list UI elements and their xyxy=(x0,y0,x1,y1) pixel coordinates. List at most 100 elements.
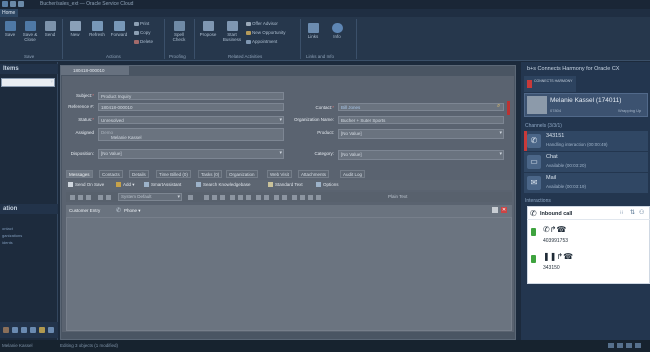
appointment-button[interactable]: Appointment xyxy=(246,39,277,44)
align-left-icon[interactable] xyxy=(230,195,235,200)
hangup-icon[interactable]: ☎ xyxy=(563,252,573,261)
nav-link-organizations[interactable]: ganizations xyxy=(2,233,22,238)
category-select[interactable]: [No Value] xyxy=(338,150,504,160)
nav-icon-1[interactable] xyxy=(3,327,9,333)
hangup-icon[interactable]: ☎ xyxy=(556,225,566,234)
product-select[interactable]: [No Value] xyxy=(338,129,504,139)
tab-time-billed[interactable]: Time Billed (0) xyxy=(156,170,191,178)
status-icon-1[interactable] xyxy=(608,343,614,348)
offer-advisor-button[interactable]: Offer Advisor xyxy=(246,21,278,26)
paste-icon[interactable] xyxy=(86,195,91,200)
organization-field[interactable]: Bucher + Suter Sports xyxy=(338,116,504,124)
align-right-icon[interactable] xyxy=(246,195,251,200)
tab-tasks[interactable]: Tasks (0) xyxy=(198,170,223,178)
tab-messages[interactable]: Messages xyxy=(66,170,93,178)
align-center-icon[interactable] xyxy=(238,195,243,200)
font-size-icon[interactable] xyxy=(188,195,193,200)
propose-button[interactable]: Propose xyxy=(196,21,220,37)
status-icon-3[interactable] xyxy=(626,343,632,348)
nav-icon-5[interactable] xyxy=(39,327,45,333)
options-button[interactable]: Options xyxy=(316,182,339,188)
channel-row-phone[interactable] xyxy=(524,131,648,151)
tab-attachments[interactable]: Attachments xyxy=(298,170,330,178)
search-knowledgebase-button[interactable]: Search Knowledgebase xyxy=(196,182,251,188)
font-select[interactable]: System Default xyxy=(118,193,182,201)
tab-home[interactable]: Home xyxy=(0,9,18,17)
info-button[interactable]: Info xyxy=(328,23,346,39)
forward-button[interactable]: Forward xyxy=(108,21,130,37)
smart-assistant-icon xyxy=(144,182,149,188)
nav-icon-2[interactable] xyxy=(12,327,18,333)
smart-assistant-button[interactable]: SmartAssistant xyxy=(144,182,181,188)
copy-button[interactable]: Copy xyxy=(134,30,151,35)
edit-icon[interactable] xyxy=(492,207,498,213)
quick-undo-icon[interactable] xyxy=(18,1,24,7)
undo-icon[interactable] xyxy=(98,195,103,200)
start-business-button[interactable]: Start Business xyxy=(220,21,244,42)
new-button[interactable]: New xyxy=(66,21,84,37)
save-button[interactable]: Save xyxy=(2,21,18,37)
bold-icon[interactable] xyxy=(204,195,209,200)
add-button[interactable]: Add ▾ xyxy=(116,182,135,188)
links-button[interactable]: Links xyxy=(304,23,322,39)
status-select[interactable]: Unresolved xyxy=(98,116,284,124)
tab-organization[interactable]: Organization xyxy=(226,170,258,178)
incident-tab[interactable]: 180418-000010 xyxy=(61,66,129,75)
send-on-save-checkbox[interactable]: Send On Save xyxy=(68,182,104,188)
tab-audit-log[interactable]: Audit Log xyxy=(340,170,366,178)
nav-link-contact[interactable]: ontact xyxy=(2,226,13,231)
new-opportunity-button[interactable]: New Opportunity xyxy=(246,30,286,35)
spell-check-button[interactable]: Spell Check xyxy=(168,21,190,42)
disposition-select[interactable]: [No Value] xyxy=(98,149,284,159)
nav-icon-6[interactable] xyxy=(48,327,54,333)
items-select[interactable] xyxy=(1,78,55,87)
nav-icon-4[interactable] xyxy=(30,327,36,333)
link-icon[interactable] xyxy=(292,195,297,200)
nav-link-incidents[interactable]: idents xyxy=(2,240,13,245)
quick-save-icon[interactable] xyxy=(10,1,16,7)
channel-row-chat[interactable] xyxy=(524,152,648,172)
channel-row-mail[interactable] xyxy=(524,173,648,193)
channel-select[interactable]: Phone ▾ xyxy=(124,208,141,214)
status-icon-2[interactable] xyxy=(617,343,623,348)
transfer-icon[interactable]: ⇅ xyxy=(630,209,635,216)
conference-icon[interactable]: ⚇ xyxy=(639,209,644,216)
message-editor[interactable] xyxy=(66,217,512,331)
search-icon[interactable]: ⌕ xyxy=(497,103,500,110)
send-button[interactable]: Send xyxy=(42,21,58,37)
refresh-button[interactable]: Refresh xyxy=(86,21,108,37)
print-button[interactable]: Print xyxy=(134,21,149,26)
subject-input[interactable]: Product Inquiry xyxy=(98,92,284,100)
answer-icon[interactable]: ✆ xyxy=(543,225,550,234)
plain-text-toggle[interactable]: Plain Text xyxy=(388,194,407,199)
redo-icon[interactable] xyxy=(106,195,111,200)
tab-web-visit[interactable]: Web Visit xyxy=(267,170,292,178)
save-and-close-button[interactable]: Save & Close xyxy=(20,21,40,42)
image-icon[interactable] xyxy=(300,195,305,200)
numbering-icon[interactable] xyxy=(264,195,269,200)
outdent-icon[interactable] xyxy=(282,195,287,200)
nav-icon-3[interactable] xyxy=(21,327,27,333)
interactions-heading: Interactions xyxy=(525,198,551,204)
tab-details[interactable]: Details xyxy=(129,170,149,178)
color-icon[interactable] xyxy=(316,195,321,200)
italic-icon[interactable] xyxy=(212,195,217,200)
search-kb-icon xyxy=(196,182,201,188)
close-icon[interactable]: ✕ xyxy=(501,207,507,213)
status-message: Editing 3 objects (1 modified) xyxy=(60,343,119,348)
entry-type-label[interactable]: Customer Entry xyxy=(69,208,100,213)
standard-text-button[interactable]: Standard Text xyxy=(268,182,303,188)
hold-icon[interactable]: ❚❚ xyxy=(543,252,556,261)
delete-button[interactable]: Delete xyxy=(134,39,153,44)
bullets-icon[interactable] xyxy=(256,195,261,200)
assigned-field[interactable]: Demo Melanie Kassel xyxy=(98,128,284,141)
copy-icon[interactable] xyxy=(78,195,83,200)
keypad-icon[interactable]: ⁝⁝ xyxy=(620,210,623,216)
status-icon-4[interactable] xyxy=(635,343,641,348)
table-icon[interactable] xyxy=(308,195,313,200)
cut-icon[interactable] xyxy=(70,195,75,200)
underline-icon[interactable] xyxy=(220,195,225,200)
tab-contacts[interactable]: Contacts xyxy=(99,170,123,178)
contact-input[interactable]: Bill Jones xyxy=(338,103,504,111)
indent-icon[interactable] xyxy=(274,195,279,200)
